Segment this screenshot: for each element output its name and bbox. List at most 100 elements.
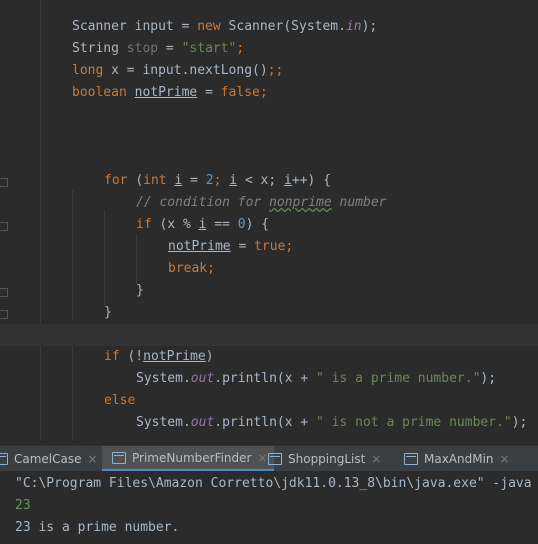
code-token: false <box>220 85 260 100</box>
tab-camelcase[interactable]: CamelCase × <box>0 446 98 472</box>
fold-marker-icon[interactable] <box>0 222 8 231</box>
console-tab-icon <box>112 451 126 464</box>
code-token: < x; <box>237 173 285 188</box>
console-tab-icon <box>404 453 418 465</box>
code-token: ); <box>361 19 378 34</box>
code-token: ;; <box>267 63 284 78</box>
console-output-line: 23 is a prime number. <box>15 520 180 535</box>
code-line[interactable]: System.out.println(x + " is a prime numb… <box>136 368 496 390</box>
code-editor[interactable]: Scanner input = new Scanner(System.in); … <box>0 0 538 441</box>
tab-label: PrimeNumberFinder <box>132 450 252 465</box>
code-token: stop <box>126 41 159 56</box>
close-icon[interactable]: × <box>88 452 98 466</box>
indent-guide <box>104 210 105 305</box>
code-token: if <box>104 349 128 364</box>
code-token: " is a prime number." <box>316 371 481 386</box>
code-token: out <box>190 371 215 386</box>
code-line[interactable]: boolean notPrime = false; <box>72 82 268 104</box>
indent-guide <box>72 190 73 320</box>
code-line[interactable]: Scanner input = new Scanner(System.in); <box>72 16 377 38</box>
code-token: System. <box>136 371 191 386</box>
code-token: ); <box>511 415 528 430</box>
code-token: notPrime <box>168 239 231 254</box>
code-token: ( <box>135 173 144 188</box>
code-token: 2 <box>205 173 214 188</box>
code-token: ) <box>205 349 214 364</box>
code-token: long <box>72 63 112 78</box>
fold-marker-icon[interactable] <box>0 178 8 187</box>
code-token: i <box>229 173 238 188</box>
close-icon[interactable]: × <box>257 451 267 465</box>
code-token: = <box>197 85 221 100</box>
code-token: boolean <box>72 85 135 100</box>
code-token: == <box>206 217 238 232</box>
code-token: ++) { <box>291 173 332 188</box>
code-token: notPrime <box>143 349 206 364</box>
run-console[interactable]: "C:\Program Files\Amazon Corretto\jdk11.… <box>0 471 538 544</box>
code-line[interactable]: long x = input.nextLong();; <box>72 60 283 82</box>
console-tab-icon <box>268 453 282 465</box>
code-line[interactable]: notPrime = true; <box>168 236 293 258</box>
code-line[interactable]: } <box>104 302 112 324</box>
code-token: else <box>104 393 136 408</box>
code-line[interactable]: if (!notPrime) <box>104 346 214 368</box>
indent-guide <box>136 234 137 284</box>
code-token: } <box>136 283 144 298</box>
code-token: // condition for <box>136 195 270 210</box>
code-token: new <box>197 19 229 34</box>
close-icon[interactable]: × <box>500 452 510 466</box>
code-token: ; <box>207 261 215 276</box>
code-line[interactable]: if (x % i == 0) { <box>136 214 269 236</box>
run-tabs-bar: CamelCase × PrimeNumberFinder × Shopping… <box>0 445 538 472</box>
indent-guide <box>40 0 41 441</box>
code-token: x = input.nextLong() <box>111 63 268 78</box>
code-line[interactable]: System.out.println(x + " is not a prime … <box>136 412 527 434</box>
code-token: in <box>345 19 362 34</box>
code-token: ; <box>213 173 230 188</box>
code-token: out <box>190 415 215 430</box>
close-icon[interactable]: × <box>371 452 381 466</box>
code-token: (x % <box>159 217 199 232</box>
code-token: (! <box>127 349 144 364</box>
code-token: "start" <box>181 41 237 56</box>
code-token: number <box>331 195 387 210</box>
code-token: 0 <box>237 217 246 232</box>
code-line[interactable]: for (int i = 2; i < x; i++) { <box>104 170 331 192</box>
code-token: " is not a prime number." <box>316 415 512 430</box>
fold-marker-icon[interactable] <box>0 288 8 297</box>
code-token: } <box>104 305 112 320</box>
code-token: for <box>104 173 136 188</box>
code-token: if <box>136 217 160 232</box>
console-user-input: 23 <box>15 498 31 513</box>
console-command-line: "C:\Program Files\Amazon Corretto\jdk11.… <box>15 476 532 491</box>
code-token: ; <box>236 41 245 56</box>
code-token: Scanner(System. <box>228 19 346 34</box>
tab-shoppinglist[interactable]: ShoppingList × <box>268 446 381 472</box>
code-token: nonprime <box>269 195 332 210</box>
tab-label: ShoppingList <box>288 452 366 466</box>
code-token: = <box>230 239 255 254</box>
code-token: true <box>254 239 286 254</box>
code-token: Scanner input = <box>72 19 198 34</box>
console-tab-icon <box>0 453 8 465</box>
code-token: = <box>182 173 206 188</box>
code-token: ; <box>259 85 268 100</box>
code-line[interactable]: // condition for nonprime number <box>136 192 386 214</box>
code-token: .println(x + <box>214 415 317 430</box>
code-token: .println(x + <box>214 371 317 386</box>
code-token: = <box>158 41 182 56</box>
code-token: notPrime <box>134 85 198 100</box>
tab-label: CamelCase <box>14 452 82 466</box>
tab-maxandmin[interactable]: MaxAndMin × <box>404 446 510 472</box>
code-line[interactable]: else <box>104 390 135 412</box>
code-token: int <box>143 173 175 188</box>
fold-marker-icon[interactable] <box>0 310 8 319</box>
code-line[interactable]: } <box>136 280 144 302</box>
code-token: i <box>284 173 292 188</box>
code-line[interactable]: break; <box>168 258 215 280</box>
tab-label: MaxAndMin <box>424 452 494 466</box>
code-line[interactable]: String stop = "start"; <box>72 38 244 60</box>
current-line-highlight <box>0 324 538 346</box>
tab-primenumberfinder[interactable]: PrimeNumberFinder × <box>102 446 274 472</box>
code-token: ; <box>285 239 294 254</box>
